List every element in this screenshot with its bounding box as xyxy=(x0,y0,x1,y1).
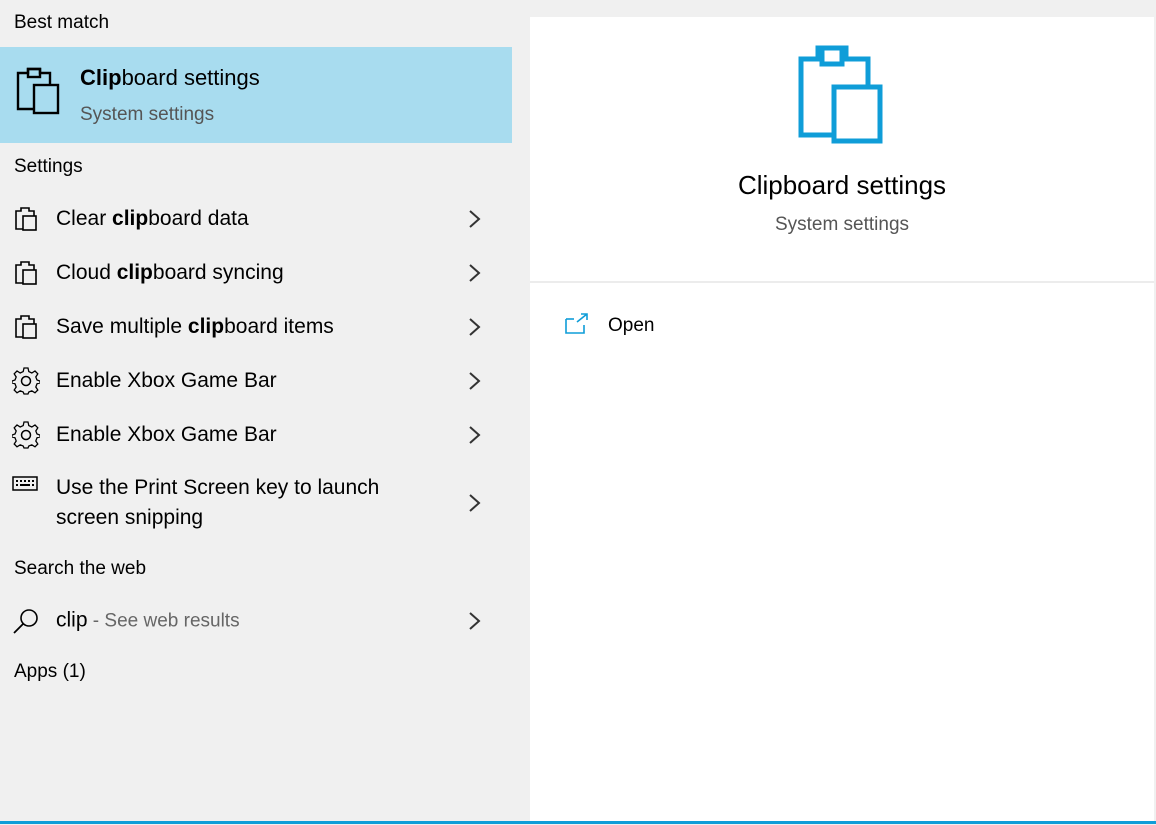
section-header-settings: Settings xyxy=(14,156,83,177)
settings-item-xbox-game-bar-2[interactable]: Enable Xbox Game Bar xyxy=(0,408,512,462)
best-match-subtitle: System settings xyxy=(80,104,215,125)
settings-item-clear-clipboard[interactable]: Clear clipboard data xyxy=(0,192,512,246)
settings-item-label: Use the Print Screen key to launch scree… xyxy=(56,476,380,529)
preview-title: Clipboard settings xyxy=(737,170,947,200)
preview-header: Clipboard settings System settings xyxy=(530,17,1154,283)
chevron-right-icon xyxy=(466,208,484,230)
clipboard-icon xyxy=(798,45,888,150)
settings-item-print-screen[interactable]: Use the Print Screen key to launch scree… xyxy=(0,464,512,542)
section-header-apps[interactable]: Apps (1) xyxy=(14,661,86,683)
results-pane: Best match Clipboard settings System set… xyxy=(0,0,512,822)
open-button[interactable]: Open xyxy=(564,311,764,343)
settings-item-label: Cloud clipboard syncing xyxy=(56,261,284,284)
best-match-item[interactable]: Clipboard settings System settings xyxy=(0,47,512,143)
gear-icon xyxy=(11,421,41,449)
chevron-right-icon xyxy=(466,316,484,338)
clipboard-icon xyxy=(14,65,62,122)
chevron-right-icon xyxy=(466,370,484,392)
accent-bar xyxy=(0,821,1156,824)
search-icon xyxy=(12,607,40,635)
preview-subtitle: System settings xyxy=(774,214,910,235)
gear-icon xyxy=(11,367,41,395)
settings-item-label: Enable Xbox Game Bar xyxy=(56,369,277,392)
clipboard-icon xyxy=(12,205,40,233)
chevron-right-icon xyxy=(466,492,484,514)
chevron-right-icon xyxy=(466,424,484,446)
clipboard-icon xyxy=(12,259,40,287)
clipboard-icon xyxy=(12,313,40,341)
chevron-right-icon xyxy=(466,610,484,632)
settings-item-xbox-game-bar[interactable]: Enable Xbox Game Bar xyxy=(0,354,512,408)
settings-item-label: Enable Xbox Game Bar xyxy=(56,423,277,446)
chevron-right-icon xyxy=(466,262,484,284)
section-header-search-web: Search the web xyxy=(14,558,147,579)
section-header-best-match: Best match xyxy=(14,12,110,33)
web-search-item[interactable]: clip - See web results xyxy=(0,594,512,648)
open-external-icon xyxy=(564,313,590,340)
web-search-label: clip - See web results xyxy=(56,608,240,632)
open-label: Open xyxy=(608,315,655,336)
preview-pane: Clipboard settings System settings Open xyxy=(530,17,1154,822)
best-match-title: Clipboard settings xyxy=(80,65,260,90)
settings-item-label: Save multiple clipboard items xyxy=(56,315,334,338)
settings-item-save-multiple[interactable]: Save multiple clipboard items xyxy=(0,300,512,354)
keyboard-icon xyxy=(12,474,40,502)
settings-item-cloud-clipboard[interactable]: Cloud clipboard syncing xyxy=(0,246,512,300)
settings-item-label: Clear clipboard data xyxy=(56,207,249,230)
